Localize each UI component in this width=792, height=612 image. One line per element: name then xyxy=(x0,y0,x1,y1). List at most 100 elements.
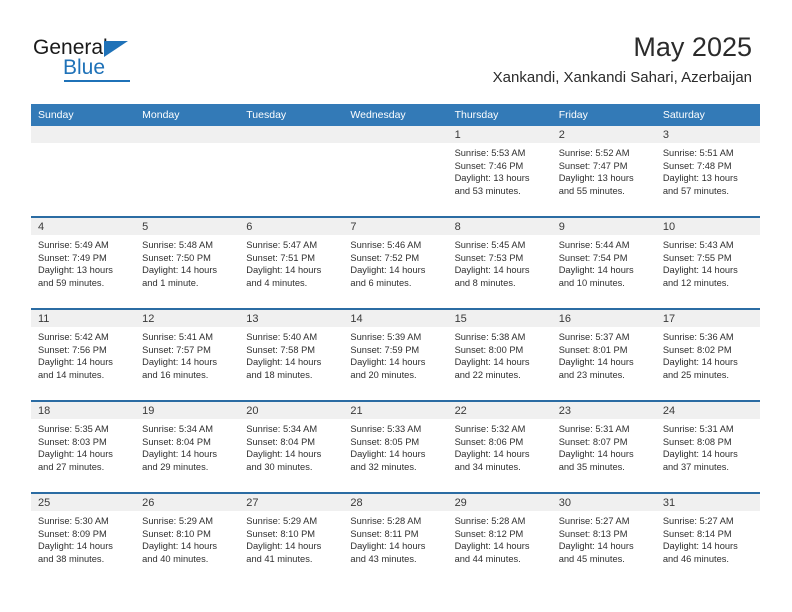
day-cell[interactable] xyxy=(31,126,136,217)
day-number: 19 xyxy=(135,402,240,419)
weekday-header-row: Sunday Monday Tuesday Wednesday Thursday… xyxy=(31,104,760,126)
sunset-text: Sunset: 8:00 PM xyxy=(454,344,524,355)
day-cell[interactable]: 2 Sunrise: 5:52 AM Sunset: 7:47 PM Daylight… xyxy=(551,126,656,217)
generalblue-logo[interactable]: General Blue xyxy=(33,37,163,83)
sunrise-text: Sunrise: 5:46 AM xyxy=(350,240,422,250)
day-cell[interactable]: 30 Sunrise: 5:27 AM Sunset: 8:13 PM Dayligh… xyxy=(551,492,656,584)
day-number: 20 xyxy=(239,402,344,419)
daylight-text-line1: Daylight: 14 hours xyxy=(558,541,634,552)
weekday-header-thursday: Thursday xyxy=(447,104,552,126)
sunset-text: Sunset: 8:05 PM xyxy=(350,436,420,447)
day-cell[interactable]: 10 Sunrise: 5:43 AM Sunset: 7:55 PM Dayligh… xyxy=(655,216,760,309)
daylight-text-line1: Daylight: 13 hours xyxy=(454,173,530,184)
daylight-text-line2: and 18 minutes. xyxy=(246,369,313,380)
day-cell[interactable]: 27 Sunrise: 5:29 AM Sunset: 8:10 PM Dayligh… xyxy=(239,492,344,584)
daylight-text-line1: Daylight: 14 hours xyxy=(142,265,218,276)
day-number: 17 xyxy=(655,310,760,327)
sunrise-text: Sunrise: 5:39 AM xyxy=(350,332,422,342)
daylight-text-line1: Daylight: 14 hours xyxy=(246,265,322,276)
day-cell[interactable]: 9 Sunrise: 5:44 AM Sunset: 7:54 PM Daylight… xyxy=(551,216,656,309)
weekday-header-monday: Monday xyxy=(135,104,240,126)
day-cell[interactable]: 18 Sunrise: 5:35 AM Sunset: 8:03 PM Dayligh… xyxy=(31,400,136,493)
sunrise-text: Sunrise: 5:53 AM xyxy=(454,148,526,158)
daylight-text-line2: and 10 minutes. xyxy=(558,277,625,288)
daylight-text-line2: and 1 minute. xyxy=(142,277,199,288)
day-cell[interactable]: 15 Sunrise: 5:38 AM Sunset: 8:00 PM Dayligh… xyxy=(447,308,552,401)
day-cell[interactable]: 13 Sunrise: 5:40 AM Sunset: 7:58 PM Dayligh… xyxy=(239,308,344,401)
day-cell[interactable]: 7 Sunrise: 5:46 AM Sunset: 7:52 PM Daylight… xyxy=(343,216,448,309)
day-number: 7 xyxy=(343,218,448,235)
day-cell[interactable]: 5 Sunrise: 5:48 AM Sunset: 7:50 PM Daylight… xyxy=(135,216,240,309)
sunrise-text: Sunrise: 5:33 AM xyxy=(350,424,422,434)
sunrise-text: Sunrise: 5:49 AM xyxy=(38,240,109,250)
day-number: 8 xyxy=(447,218,552,235)
day-number: 4 xyxy=(31,218,136,235)
day-number: 9 xyxy=(551,218,656,235)
daylight-text-line1: Daylight: 14 hours xyxy=(558,449,634,460)
sunset-text: Sunset: 7:48 PM xyxy=(662,160,732,171)
daylight-text-line2: and 55 minutes. xyxy=(558,185,625,196)
daylight-text-line1: Daylight: 14 hours xyxy=(662,541,738,552)
sunset-text: Sunset: 8:09 PM xyxy=(38,528,107,539)
daylight-text-line1: Daylight: 14 hours xyxy=(350,449,426,460)
day-cell[interactable]: 25 Sunrise: 5:30 AM Sunset: 8:09 PM Dayligh… xyxy=(31,492,136,584)
day-cell[interactable]: 1 Sunrise: 5:53 AM Sunset: 7:46 PM Daylight… xyxy=(447,126,552,217)
sunrise-text: Sunrise: 5:31 AM xyxy=(558,424,630,434)
day-cell[interactable]: 20 Sunrise: 5:34 AM Sunset: 8:04 PM Dayligh… xyxy=(239,400,344,493)
day-cell[interactable]: 3 Sunrise: 5:51 AM Sunset: 7:48 PM Daylight… xyxy=(655,126,760,217)
day-cell[interactable]: 16 Sunrise: 5:37 AM Sunset: 8:01 PM Dayligh… xyxy=(551,308,656,401)
day-cell[interactable] xyxy=(135,126,240,217)
day-number: 5 xyxy=(135,218,240,235)
daylight-text-line1: Daylight: 14 hours xyxy=(246,449,322,460)
day-cell[interactable]: 22 Sunrise: 5:32 AM Sunset: 8:06 PM Dayligh… xyxy=(447,400,552,493)
day-cell[interactable]: 29 Sunrise: 5:28 AM Sunset: 8:12 PM Dayligh… xyxy=(447,492,552,584)
day-cell[interactable]: 23 Sunrise: 5:31 AM Sunset: 8:07 PM Dayligh… xyxy=(551,400,656,493)
logo-triangle-icon xyxy=(104,41,128,57)
daylight-text-line1: Daylight: 14 hours xyxy=(142,449,218,460)
day-cell[interactable]: 19 Sunrise: 5:34 AM Sunset: 8:04 PM Dayligh… xyxy=(135,400,240,493)
day-cell[interactable]: 21 Sunrise: 5:33 AM Sunset: 8:05 PM Dayligh… xyxy=(343,400,448,493)
day-cell[interactable]: 12 Sunrise: 5:41 AM Sunset: 7:57 PM Dayligh… xyxy=(135,308,240,401)
day-cell[interactable]: 26 Sunrise: 5:29 AM Sunset: 8:10 PM Dayligh… xyxy=(135,492,240,584)
daylight-text-line2: and 40 minutes. xyxy=(142,553,209,564)
day-cell[interactable]: 24 Sunrise: 5:31 AM Sunset: 8:08 PM Dayligh… xyxy=(655,400,760,493)
sunset-text: Sunset: 7:59 PM xyxy=(350,344,420,355)
sunrise-text: Sunrise: 5:29 AM xyxy=(142,516,213,526)
day-cell[interactable]: 17 Sunrise: 5:36 AM Sunset: 8:02 PM Dayligh… xyxy=(655,308,760,401)
daylight-text-line2: and 8 minutes. xyxy=(454,277,516,288)
sunrise-text: Sunrise: 5:36 AM xyxy=(662,332,734,342)
day-number: 13 xyxy=(239,310,344,327)
day-cell[interactable]: 14 Sunrise: 5:39 AM Sunset: 7:59 PM Dayligh… xyxy=(343,308,448,401)
day-number xyxy=(343,126,448,143)
day-cell[interactable]: 6 Sunrise: 5:47 AM Sunset: 7:51 PM Daylight… xyxy=(239,216,344,309)
daylight-text-line1: Daylight: 14 hours xyxy=(38,449,113,460)
page-header: General Blue May 2025 Xankandi, Xankandi… xyxy=(0,0,792,100)
day-number: 16 xyxy=(551,310,656,327)
sunset-text: Sunset: 8:03 PM xyxy=(38,436,107,447)
sunset-text: Sunset: 8:10 PM xyxy=(142,528,211,539)
daylight-text-line2: and 32 minutes. xyxy=(350,461,417,472)
day-cell[interactable]: 28 Sunrise: 5:28 AM Sunset: 8:11 PM Dayligh… xyxy=(343,492,448,584)
sunset-text: Sunset: 7:52 PM xyxy=(350,252,420,263)
title-block: May 2025 Xankandi, Xankandi Sahari, Azer… xyxy=(493,30,752,88)
daylight-text-line2: and 43 minutes. xyxy=(350,553,417,564)
sunset-text: Sunset: 8:13 PM xyxy=(558,528,628,539)
day-cell[interactable]: 31 Sunrise: 5:27 AM Sunset: 8:14 PM Dayligh… xyxy=(655,492,760,584)
week-row: 11 Sunrise: 5:42 AM Sunset: 7:56 PM Dayligh… xyxy=(31,308,760,401)
day-cell[interactable]: 4 Sunrise: 5:49 AM Sunset: 7:49 PM Daylight… xyxy=(31,216,136,309)
daylight-text-line2: and 57 minutes. xyxy=(662,185,729,196)
daylight-text-line1: Daylight: 14 hours xyxy=(662,357,738,368)
day-cell[interactable] xyxy=(239,126,344,217)
daylight-text-line2: and 29 minutes. xyxy=(142,461,209,472)
daylight-text-line1: Daylight: 14 hours xyxy=(38,357,113,368)
day-number: 10 xyxy=(655,218,760,235)
sunrise-text: Sunrise: 5:47 AM xyxy=(246,240,318,250)
day-cell[interactable] xyxy=(343,126,448,217)
daylight-text-line1: Daylight: 13 hours xyxy=(662,173,738,184)
daylight-text-line2: and 44 minutes. xyxy=(454,553,521,564)
day-number: 31 xyxy=(655,494,760,511)
calendar-page: General Blue May 2025 Xankandi, Xankandi… xyxy=(0,0,792,612)
daylight-text-line2: and 59 minutes. xyxy=(38,277,105,288)
day-cell[interactable]: 8 Sunrise: 5:45 AM Sunset: 7:53 PM Daylight… xyxy=(447,216,552,309)
day-cell[interactable]: 11 Sunrise: 5:42 AM Sunset: 7:56 PM Dayligh… xyxy=(31,308,136,401)
